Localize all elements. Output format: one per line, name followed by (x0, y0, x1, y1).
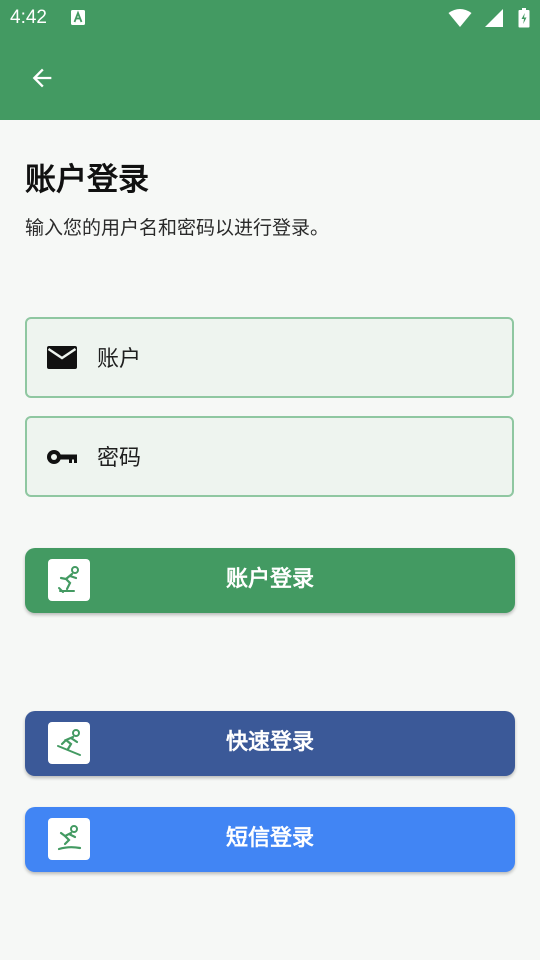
account-field[interactable] (25, 317, 514, 398)
account-input[interactable] (97, 339, 487, 379)
page-title: 账户登录 (25, 162, 149, 198)
signal-icon (485, 9, 503, 27)
battery-icon (518, 8, 530, 28)
arrow-left-icon (32, 68, 52, 88)
password-field[interactable] (25, 416, 514, 497)
quick-login-button[interactable]: 快速登录 (25, 711, 515, 776)
quick-login-label: 快速登录 (225, 730, 314, 755)
sms-login-button[interactable]: 短信登录 (25, 807, 515, 872)
key-icon (47, 450, 77, 464)
sms-login-label: 短信登录 (225, 826, 314, 851)
status-time: 4:42 (10, 7, 47, 28)
account-login-button[interactable]: 账户登录 (25, 548, 515, 613)
page-subtitle: 输入您的用户名和密码以进行登录。 (25, 217, 330, 239)
wifi-icon (448, 9, 472, 27)
app-toolbar (0, 36, 540, 120)
password-input[interactable] (97, 438, 487, 478)
status-bar: 4:42 (0, 0, 540, 36)
account-login-label: 账户登录 (225, 567, 314, 592)
back-button[interactable] (20, 58, 64, 98)
font-a-icon (71, 10, 85, 25)
email-icon (47, 346, 77, 369)
